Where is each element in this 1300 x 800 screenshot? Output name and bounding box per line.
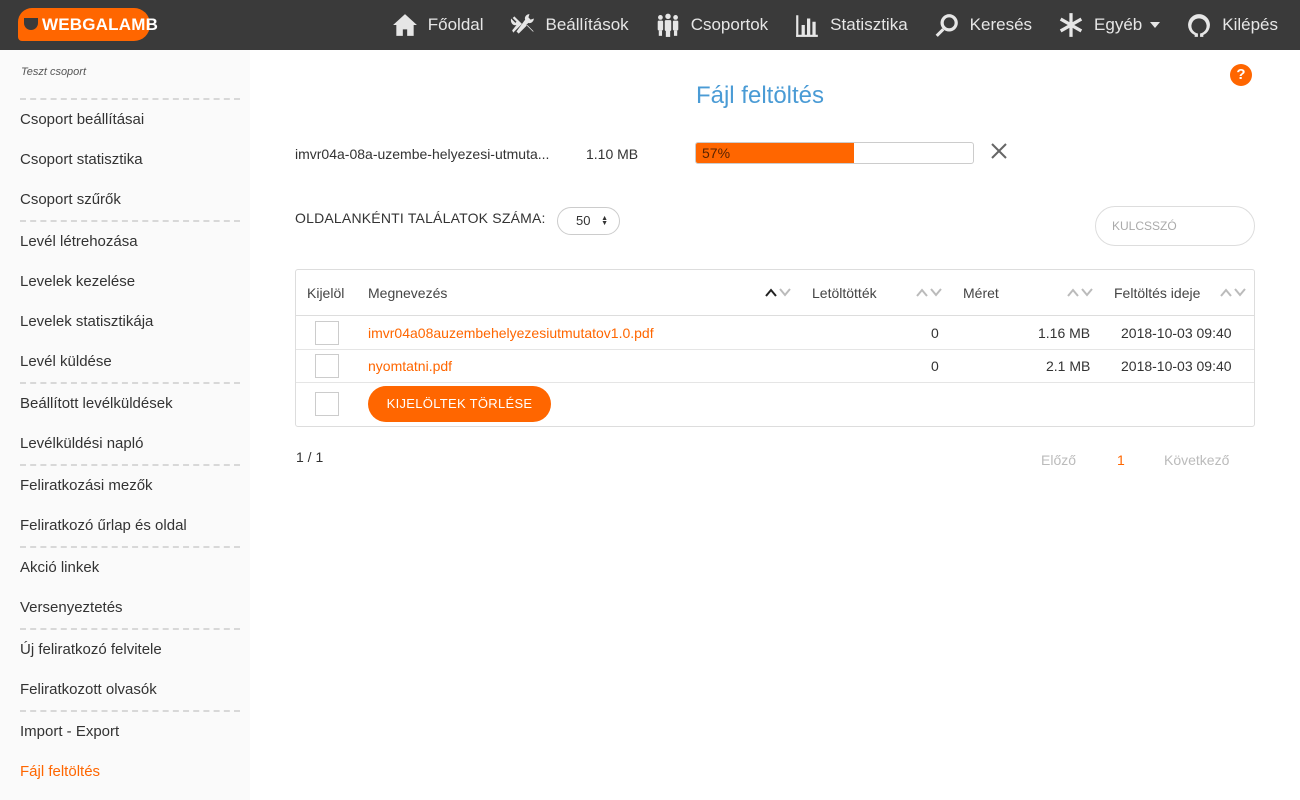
main-nav: Főoldal Beállítások Csoportok Statisztik… bbox=[366, 0, 1278, 50]
row-select-checkbox[interactable] bbox=[315, 321, 339, 345]
nav-label: Főoldal bbox=[427, 15, 484, 34]
nav-label: Keresés bbox=[969, 15, 1033, 34]
nav-item-other-dropdown[interactable]: Egyéb bbox=[1058, 12, 1161, 38]
sidebar-item-scheduled-sends[interactable]: Beállított levélküldések bbox=[20, 384, 240, 424]
sort-downloads-icon[interactable] bbox=[915, 284, 945, 300]
sidebar-item-subscription-fields[interactable]: Feliratkozási mezők bbox=[20, 466, 240, 506]
sidebar-item-action-links[interactable]: Akció linkek bbox=[20, 548, 240, 588]
sidebar-item-group-statistics[interactable]: Csoport statisztika bbox=[20, 140, 240, 180]
table-row: imvr04a08auzembehelyezesiutmutatov1.0.pd… bbox=[296, 317, 1254, 350]
file-size: 1.16 MB bbox=[1038, 325, 1091, 341]
sidebar-item-subscribe-form[interactable]: Feliratkozó űrlap és oldal bbox=[20, 506, 240, 546]
select-arrows-icon: ▲ ▼ bbox=[601, 215, 608, 227]
column-header-upload-time[interactable]: Feltöltés ideje bbox=[1114, 285, 1200, 301]
top-navbar: WEBGALAMB Főoldal Beállítások Csoportok … bbox=[0, 0, 1300, 50]
nav-label: Statisztika bbox=[830, 15, 908, 34]
search-icon bbox=[935, 14, 958, 37]
column-header-select: Kijelöl bbox=[307, 285, 345, 301]
nav-item-settings[interactable]: Beállítások bbox=[510, 12, 629, 38]
upload-progress-bar: 57% bbox=[695, 142, 974, 164]
sidebar-item-import-export[interactable]: Import - Export bbox=[20, 712, 240, 752]
main-content: ? Fájl feltöltés imvr04a-08a-uzembe-hely… bbox=[250, 50, 1300, 800]
per-page-select[interactable]: 50 ▲ ▼ bbox=[557, 207, 620, 235]
webgalamb-logo[interactable]: WEBGALAMB bbox=[18, 8, 158, 41]
file-name-link[interactable]: nyomtatni.pdf bbox=[368, 358, 452, 374]
sort-upload-time-icon[interactable] bbox=[1219, 284, 1249, 300]
sort-size-icon[interactable] bbox=[1066, 284, 1096, 300]
upload-progress-label: 57% bbox=[702, 145, 731, 161]
sidebar-menu: Csoport beállításai Csoport statisztika … bbox=[20, 98, 240, 792]
file-size: 2.1 MB bbox=[1046, 358, 1091, 374]
nav-label: Egyéb bbox=[1094, 15, 1143, 34]
home-icon bbox=[392, 14, 417, 36]
sidebar-item-send-log[interactable]: Levélküldési napló bbox=[20, 424, 240, 464]
nav-label: Kilépés bbox=[1222, 15, 1278, 34]
column-header-name[interactable]: Megnevezés bbox=[368, 285, 447, 301]
file-name-link[interactable]: imvr04a08auzembehelyezesiutmutatov1.0.pd… bbox=[368, 325, 654, 341]
sidebar-item-add-subscriber[interactable]: Új feliratkozó felvitele bbox=[20, 630, 240, 670]
select-all-checkbox[interactable] bbox=[315, 392, 339, 416]
cancel-upload-button[interactable] bbox=[990, 142, 1012, 164]
caret-down-icon bbox=[1150, 22, 1161, 28]
nav-item-home[interactable]: Főoldal bbox=[392, 12, 484, 38]
sidebar-item-letter-statistics[interactable]: Levelek statisztikája bbox=[20, 302, 240, 342]
table-row: nyomtatni.pdf 0 2.1 MB 2018-10-03 09:40 bbox=[296, 350, 1254, 383]
delete-selected-button[interactable]: KIJELÖLTEK TÖRLÉSE bbox=[368, 386, 551, 422]
logout-icon bbox=[1188, 14, 1211, 37]
sidebar-item-group-filters[interactable]: Csoport szűrők bbox=[20, 180, 240, 220]
table-header: Kijelöl Megnevezés Letöltötték Méret Fel… bbox=[296, 270, 1254, 316]
sort-name-icon[interactable] bbox=[764, 284, 794, 300]
nav-item-statistics[interactable]: Statisztika bbox=[794, 12, 908, 38]
column-header-downloads[interactable]: Letöltötték bbox=[812, 285, 877, 301]
download-count: 0 bbox=[931, 325, 939, 341]
sidebar-item-create-letter[interactable]: Levél létrehozása bbox=[20, 222, 240, 262]
upload-time: 2018-10-03 09:40 bbox=[1121, 325, 1232, 341]
tools-icon bbox=[510, 14, 534, 34]
sidebar: Teszt csoport Csoport beállításai Csopor… bbox=[0, 50, 250, 800]
per-page-label: OLDALANKÉNTI TALÁLATOK SZÁMA: bbox=[295, 210, 546, 226]
page-title: Fájl feltöltés bbox=[695, 82, 825, 109]
nav-label: Beállítások bbox=[545, 15, 629, 34]
upload-progress-row: imvr04a-08a-uzembe-helyezesi-utmuta... 1… bbox=[295, 142, 1015, 168]
nav-label: Csoportok bbox=[690, 15, 769, 34]
sidebar-item-group-settings[interactable]: Csoport beállításai bbox=[20, 100, 240, 140]
nav-item-logout[interactable]: Kilépés bbox=[1186, 12, 1278, 38]
files-table: Kijelöl Megnevezés Letöltötték Méret Fel… bbox=[295, 269, 1255, 427]
keyword-search-input[interactable] bbox=[1095, 206, 1255, 246]
upload-file-size: 1.10 MB bbox=[586, 146, 639, 162]
nav-item-groups[interactable]: Csoportok bbox=[655, 12, 768, 38]
column-header-size[interactable]: Méret bbox=[963, 285, 999, 301]
sidebar-item-file-upload[interactable]: Fájl feltöltés bbox=[20, 752, 240, 792]
pagination-page-1[interactable]: 1 bbox=[1117, 452, 1125, 468]
logo-text: WEBGALAMB bbox=[42, 15, 159, 34]
pagination-next[interactable]: Következő bbox=[1164, 452, 1229, 468]
row-select-checkbox[interactable] bbox=[315, 354, 339, 378]
logo-bird-icon bbox=[24, 18, 38, 30]
nav-item-search[interactable]: Keresés bbox=[934, 12, 1032, 38]
bar-chart-icon bbox=[796, 15, 819, 37]
pagination-prev[interactable]: Előző bbox=[1041, 452, 1076, 468]
sidebar-item-send-letter[interactable]: Levél küldése bbox=[20, 342, 240, 382]
sidebar-item-ab-testing[interactable]: Versenyeztetés bbox=[20, 588, 240, 628]
asterisk-icon bbox=[1059, 13, 1083, 37]
upload-time: 2018-10-03 09:40 bbox=[1121, 358, 1232, 374]
sidebar-item-subscribed-readers[interactable]: Feliratkozott olvasók bbox=[20, 670, 240, 710]
close-icon bbox=[991, 143, 1007, 159]
page-count: 1 / 1 bbox=[296, 449, 324, 465]
sidebar-item-manage-letters[interactable]: Levelek kezelése bbox=[20, 262, 240, 302]
sidebar-group-title: Teszt csoport bbox=[21, 66, 87, 78]
per-page-value: 50 bbox=[576, 213, 591, 228]
download-count: 0 bbox=[931, 358, 939, 374]
group-icon bbox=[657, 13, 678, 37]
upload-file-name: imvr04a-08a-uzembe-helyezesi-utmuta... bbox=[295, 146, 550, 162]
